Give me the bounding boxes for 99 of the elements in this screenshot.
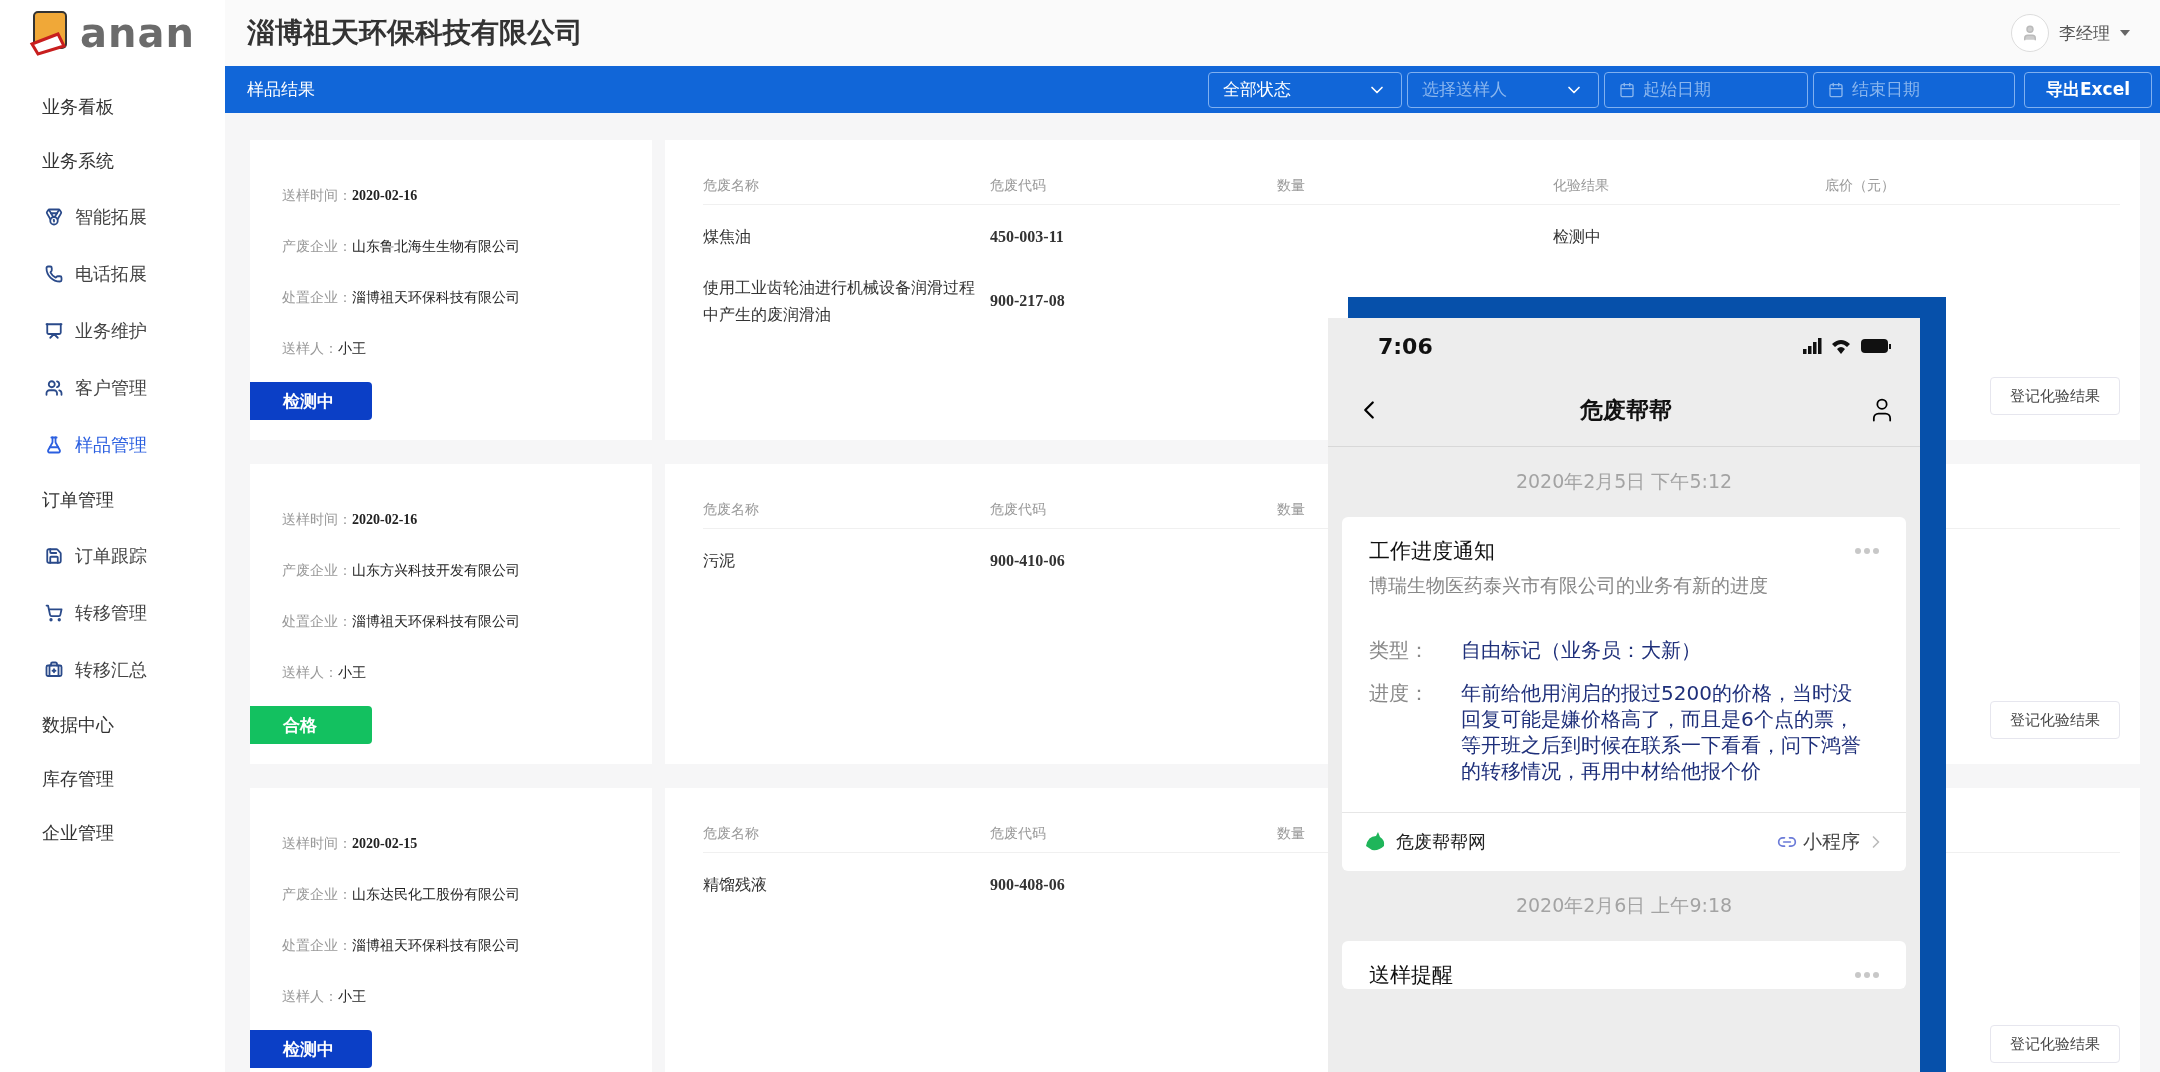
sidebar-item[interactable]: 样品管理 [0,416,225,473]
toolbox-icon [45,660,63,679]
sidebar-item[interactable]: 订单跟踪 [0,527,225,584]
status-badge: 检测中 [250,1030,372,1068]
calendar-icon [1619,81,1635,98]
phone-icon [45,264,63,283]
sidebar-item[interactable]: 数据中心 [0,698,225,752]
company-title: 淄博祖天环保科技有限公司 [247,15,583,51]
field-value: 山东方兴科技开发有限公司 [352,561,520,580]
field-value: 2020-02-16 [352,511,418,528]
field-label: 处置企业： [282,612,352,631]
sidebar-item[interactable]: 转移管理 [0,584,225,641]
field-label: 送样时间： [282,834,352,853]
field-value: 小王 [338,987,366,1006]
flask-icon [45,435,63,454]
column-header: 危废代码 [990,825,1046,843]
easel-icon [45,321,63,340]
message-subtitle: 博瑞生物医药泰兴市有限公司的业务有新的进度 [1368,573,1769,598]
message-timestamp: 2020年2月5日 下午5:12 [1515,469,1733,494]
record-result-button[interactable]: 登记化验结果 [1990,377,2120,415]
mini-program-link[interactable]: 小程序 [1777,829,1886,855]
sidebar-item[interactable]: 业务系统 [0,134,225,188]
section-title: 样品结果 [247,78,316,101]
table-cell-text: 900-410-06 [990,551,1066,572]
app-title: 危废帮帮 [1580,395,1672,425]
table-cell-text: 900-217-08 [990,291,1066,312]
field-value: 2020-02-16 [352,187,418,204]
message-value: 自由标记（业务员：大新） [1461,637,1701,664]
field-label: 产废企业： [282,885,352,904]
column-header: 数量 [1277,501,1305,519]
status-badge: 合格 [250,706,372,744]
field-value: 小王 [338,663,366,682]
field-label: 送样时间： [282,186,352,205]
field-label: 送样人： [282,987,338,1006]
field-label: 产废企业： [282,237,352,256]
sidebar-item[interactable]: 业务维护 [0,302,225,359]
sidebar-item[interactable]: 转移汇总 [0,641,225,698]
message-title: 送样提醒 [1369,962,1453,989]
table-cell-text: 精馏残液 [703,874,768,897]
field-value: 小王 [338,339,366,358]
field-label: 送样人： [282,663,338,682]
signal-icon [1803,337,1822,355]
column-header: 数量 [1277,825,1305,843]
user-name[interactable]: 李经理 [2059,21,2110,45]
message-card[interactable]: 工作进度通知 博瑞生物医药泰兴市有限公司的业务有新的进度 类型： 自由标记（业务员：大新） 进度： 年前给他用润启的报过5200的价格，当时没回复可能是嫌价格高了，而且是6个点的票，等开班之后到时候在联系一下看看，问下鸿誉的转移情况，再用中材给他报个价 危废帮帮网 小程序 [1342,517,1906,871]
message-timestamp: 2020年2月6日 上午9:18 [1515,893,1733,918]
calendar-icon [1828,81,1844,98]
field-label: 产废企业： [282,561,352,580]
field-value: 淄博祖天环保科技有限公司 [352,612,520,631]
column-header: 危废代码 [990,177,1046,195]
sidebar-item[interactable]: 智能拓展 [0,188,225,245]
battery-icon [1861,338,1892,354]
message-card[interactable]: 送样提醒 [1342,941,1906,989]
medal-icon [45,207,63,226]
field-value: 山东鲁北海生生物有限公司 [352,237,520,256]
status-select[interactable]: 全部状态 [1208,71,1402,108]
sidebar-item[interactable]: 电话拓展 [0,245,225,302]
table-cell-text: 检测中 [1553,226,1602,249]
message-title: 工作进度通知 [1369,538,1495,565]
field-value: 2020-02-15 [352,835,418,852]
table-cell-text: 使用工业齿轮油进行机械设备润滑过程中产生的废润滑油 [703,276,976,326]
field-label: 处置企业： [282,936,352,955]
source-name: 危废帮帮网 [1396,830,1486,854]
field-label: 送样人： [282,339,338,358]
status-badge: 检测中 [250,382,372,420]
export-button[interactable]: 导出Excel [2024,71,2152,108]
sidebar-item[interactable]: 业务看板 [0,80,225,134]
table-cell-text: 900-408-06 [990,875,1066,896]
column-header: 危废名称 [703,825,759,843]
field-value: 山东达民化工股份有限公司 [352,885,520,904]
record-result-button[interactable]: 登记化验结果 [1990,1025,2120,1063]
message-value: 年前给他用润启的报过5200的价格，当时没回复可能是嫌价格高了，而且是6个点的票，等开班之后到时候在联系一下看看，问下鸿誉的转移情况，再用中材给他报个价 [1461,680,1862,784]
field-value: 淄博祖天环保科技有限公司 [352,288,520,307]
sidebar-item[interactable]: 企业管理 [0,806,225,860]
table-cell-text: 煤焦油 [703,226,752,249]
sidebar-item[interactable]: 库存管理 [0,752,225,806]
column-header: 化验结果 [1553,177,1609,195]
document-icon [45,546,63,565]
sidebar-item[interactable]: 订单管理 [0,473,225,527]
field-label: 处置企业： [282,288,352,307]
column-header: 危废名称 [703,501,759,519]
field-label: 送样时间： [282,510,352,529]
message-label: 进度： [1369,680,1430,707]
column-header: 数量 [1277,177,1305,195]
record-result-button[interactable]: 登记化验结果 [1990,701,2120,739]
status-time: 7:06 [1378,333,1433,359]
table-cell-text: 450-003-11 [990,227,1065,248]
table-cell-text: 污泥 [703,550,736,573]
users-icon [45,378,63,397]
caret-icon[interactable] [2120,30,2130,36]
cart-icon [45,603,63,622]
column-header: 危废代码 [990,501,1046,519]
message-label: 类型： [1369,637,1430,664]
wifi-icon [1832,338,1851,354]
logo-text: anan [80,10,195,56]
column-header: 底价（元） [1825,177,1895,195]
sidebar-item[interactable]: 客户管理 [0,359,225,416]
column-header: 危废名称 [703,177,759,195]
field-value: 淄博祖天环保科技有限公司 [352,936,520,955]
